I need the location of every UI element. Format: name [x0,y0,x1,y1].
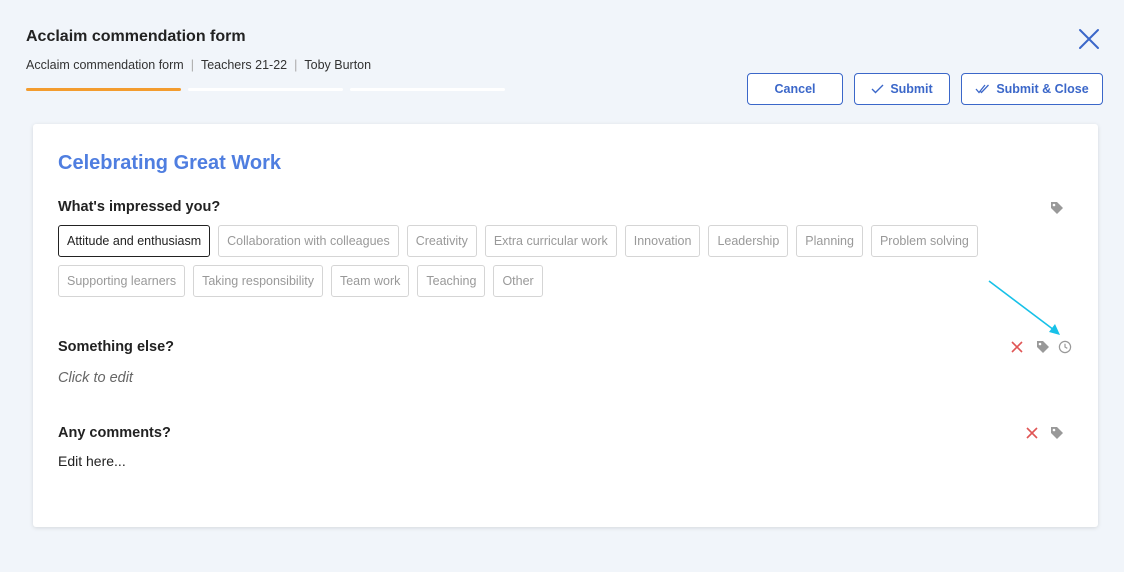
delete-x-icon [1011,341,1023,353]
breadcrumb-item-person: Toby Burton [304,58,372,72]
progress-step-2 [188,88,343,91]
tag-button-impressed[interactable] [1049,200,1065,216]
delete-button-something-else[interactable] [1009,339,1025,355]
section-title: Celebrating Great Work [58,152,282,174]
history-button-something-else[interactable] [1057,339,1073,355]
question-label-something-else: Something else? [58,339,175,355]
chip-teaching[interactable]: Teaching [417,265,486,297]
header-title: Acclaim commendation form [26,28,246,45]
progress-step-1 [26,88,181,91]
tag-button-something-else[interactable] [1035,339,1051,355]
breadcrumb-separator: | [294,58,298,72]
chip-problem-solving[interactable]: Problem solving [870,225,978,257]
breadcrumb-item-form: Acclaim commendation form [26,58,184,72]
tag-icon [1037,341,1049,353]
check-icon [871,84,884,94]
chip-team-work[interactable]: Team work [330,265,410,297]
chip-innovation[interactable]: Innovation [624,225,701,257]
form-actions: Cancel Submit Submit & Close [747,73,1103,105]
progress-steps [26,88,505,91]
cancel-button[interactable]: Cancel [747,73,843,105]
breadcrumb: Acclaim commendation form | Teachers 21-… [26,58,371,72]
progress-step-3 [350,88,505,91]
chip-taking-responsibility[interactable]: Taking responsibility [193,265,323,297]
breadcrumb-separator: | [190,58,194,72]
close-icon [1079,29,1099,49]
chip-leadership[interactable]: Leadership [708,225,789,257]
clock-icon [1058,340,1072,354]
submit-close-button[interactable]: Submit & Close [961,73,1103,105]
submit-button[interactable]: Submit [854,73,950,105]
chip-other[interactable]: Other [493,265,543,297]
chip-collaboration-with-colleagues[interactable]: Collaboration with colleagues [218,225,399,257]
cancel-button-label: Cancel [774,82,816,96]
question-label-impressed: What's impressed you? [58,199,221,215]
submit-button-label: Submit [890,82,933,96]
delete-button-comments[interactable] [1024,425,1040,441]
chip-supporting-learners[interactable]: Supporting learners [58,265,186,297]
form-card: Celebrating Great Work What's impressed … [33,124,1098,527]
close-button[interactable] [1076,26,1102,52]
delete-x-icon [1026,427,1038,439]
comments-edit-field[interactable]: Edit here... [58,453,126,469]
tag-icon [1051,202,1063,214]
tag-icon [1051,427,1063,439]
question-label-comments: Any comments? [58,425,171,441]
double-check-icon [975,84,990,94]
breadcrumb-item-group: Teachers 21-22 [200,58,288,72]
tag-button-comments[interactable] [1049,425,1065,441]
chip-creativity[interactable]: Creativity [406,225,477,257]
chip-planning[interactable]: Planning [796,225,863,257]
something-else-edit-field[interactable]: Click to edit [58,370,133,386]
chip-extra-curricular-work[interactable]: Extra curricular work [484,225,617,257]
chip-attitude-and-enthusiasm[interactable]: Attitude and enthusiasm [58,225,211,257]
submit-close-button-label: Submit & Close [996,82,1089,96]
impressed-chip-group: Attitude and enthusiasm Collaboration wi… [58,225,1038,297]
